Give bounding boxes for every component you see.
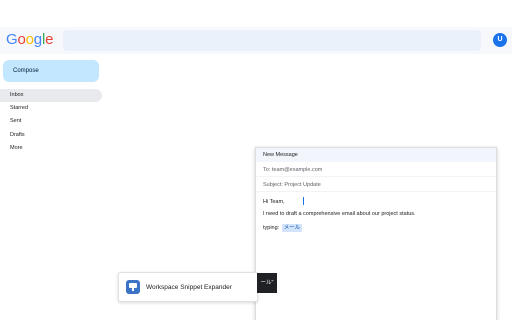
logo-letter: o [17,31,26,48]
sidebar-item-inbox[interactable]: Inbox [0,89,102,102]
sidebar-item-sent[interactable]: Sent [0,115,102,128]
compose-window: New Message To: team@example.com Subject… [255,147,497,320]
google-logo[interactable]: Google [6,30,53,50]
body-greeting: Hi Team, [263,199,285,205]
search-bar[interactable] [63,30,481,51]
sidebar-item-drafts[interactable]: Drafts [0,129,102,142]
typing-label: typing: [263,225,280,231]
snippet-expander-label: Workspace Snippet Expander [146,284,232,291]
ime-candidate-popup[interactable]: ール" [257,273,277,293]
to-field[interactable]: To: team@example.com [256,163,496,177]
body-line: I need to draft a comprehensive email ab… [263,211,416,217]
sidebar-item-more[interactable]: More [0,142,102,155]
logo-letter: g [33,31,42,48]
avatar[interactable]: U [493,33,507,47]
ime-composition: メール [281,224,303,232]
subject-field[interactable]: Subject: Project Update [256,178,496,192]
typing-line: typing: メール [263,224,303,232]
sidebar-item-starred[interactable]: Starred [0,102,102,115]
logo-letter: o [25,31,34,48]
logo-letter: e [45,31,54,48]
compose-button[interactable]: Compose [3,60,99,82]
text-cursor [303,197,304,205]
logo-letter: G [6,31,18,48]
sidebar: Compose Inbox Starred Sent Drafts More [0,54,104,320]
snippet-expander-bar[interactable]: Workspace Snippet Expander [118,272,258,302]
monitor-icon [126,280,140,294]
body-line: Hi Team, [263,197,304,206]
top-bar: Google U [0,27,512,54]
compose-window-title[interactable]: New Message [256,148,496,162]
